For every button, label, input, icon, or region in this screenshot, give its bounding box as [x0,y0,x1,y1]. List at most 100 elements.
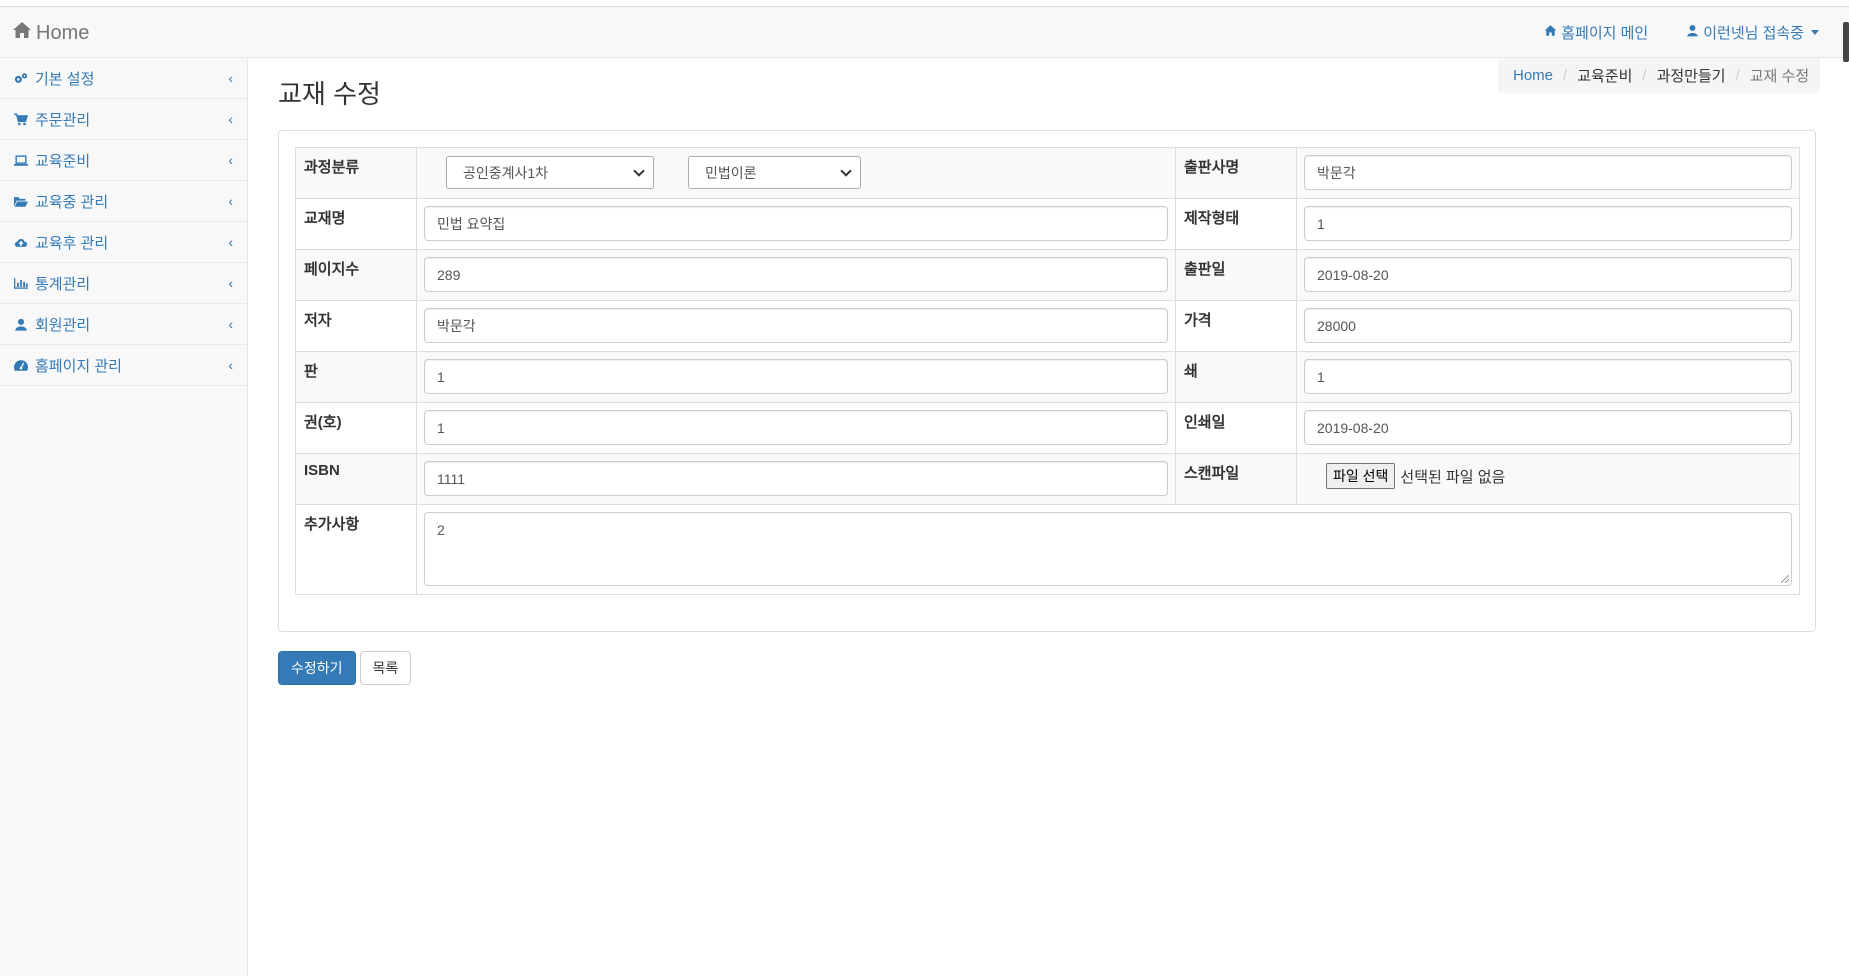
edition-cell [416,351,1176,403]
sidebar-item-label: 교육중 관리 [35,193,109,211]
brand-home-link[interactable]: Home [12,20,89,46]
breadcrumb-separator: / [1642,67,1647,84]
breadcrumb-separator: / [1735,67,1740,84]
publisher-cell [1296,147,1800,199]
sidebar-item-label: 주문관리 [35,111,91,129]
resize-handle-icon[interactable] [1781,575,1789,583]
sidebar: 기본 설정 ‹ 주문관리 ‹ 교육준비 ‹ 교육중 관리 ‹ 교육후 관리 ‹ … [0,58,248,976]
chevron-left-icon: ‹ [228,316,233,332]
category-cell: 공인중계사1차 민법이론 [416,147,1176,199]
scanfile-label: 스캔파일 [1175,453,1297,505]
isbn-cell [416,453,1176,505]
author-label: 저자 [295,300,417,352]
sidebar-item-label: 통계관리 [35,275,91,293]
bar-chart-icon [14,277,29,290]
file-status-text: 선택된 파일 없음 [1400,468,1506,486]
dashboard-icon [14,359,29,372]
chevron-down-icon [840,164,852,177]
printing-cell [1296,351,1800,403]
top-border [0,0,1849,7]
isbn-input[interactable] [424,461,1168,496]
textbook-form-table: 과정분류 공인중계사1차 민법이론 출판사명 박문각 교재명 민법 요약집 제작… [295,147,1800,595]
pages-label: 페이지수 [295,249,417,301]
form-row: 판 쇄 [295,351,1800,403]
form-row: 권(호) 인쇄일 [295,402,1800,454]
printdate-cell [1296,402,1800,454]
action-buttons: 수정하기 목록 [278,651,412,685]
breadcrumb-item: 교육준비 [1577,68,1633,85]
pubdate-cell [1296,249,1800,301]
chevron-left-icon: ‹ [228,70,233,86]
sidebar-item-homepage-admin[interactable]: 홈페이지 관리 ‹ [0,345,247,386]
sidebar-item-edu-prep[interactable]: 교육준비 ‹ [0,140,247,181]
sidebar-item-basic-settings[interactable]: 기본 설정 ‹ [0,58,247,99]
cart-icon [14,113,29,126]
brand-label: Home [36,21,90,44]
sidebar-item-edu-ongoing[interactable]: 교육중 관리 ‹ [0,181,247,222]
breadcrumb-home-link[interactable]: Home [1513,67,1553,84]
chevron-left-icon: ‹ [228,357,233,373]
printing-label: 쇄 [1175,351,1297,403]
volume-label: 권(호) [295,402,417,454]
homepage-main-label: 홈페이지 메인 [1561,25,1649,42]
cloud-upload-icon [14,236,29,249]
chevron-left-icon: ‹ [228,193,233,209]
form-row: 교재명 제작형태 [295,198,1800,250]
author-input[interactable] [424,308,1168,343]
format-input[interactable] [1304,206,1792,241]
sidebar-item-statistics[interactable]: 통계관리 ‹ [0,263,247,304]
title-input[interactable] [424,206,1168,241]
breadcrumb: Home / 교육준비 / 과정만들기 / 교재 수정 [1498,58,1820,93]
top-navbar: Home 홈페이지 메인 이런넷님 접속중 [0,7,1849,62]
category-select-2[interactable]: 민법이론 [688,156,861,189]
window-edge [1843,22,1849,62]
notes-textarea[interactable]: 2 [424,512,1792,586]
form-row: 저자 가격 [295,300,1800,352]
home-icon [1544,24,1557,41]
sidebar-item-orders[interactable]: 주문관리 ‹ [0,99,247,140]
file-choose-button[interactable]: 파일 선택 [1326,463,1396,489]
form-row: 추가사항 2 [295,504,1800,595]
pages-cell [416,249,1176,301]
chevron-left-icon: ‹ [228,275,233,291]
chevron-left-icon: ‹ [228,152,233,168]
sidebar-item-members[interactable]: 회원관리 ‹ [0,304,247,345]
homepage-main-link[interactable]: 홈페이지 메인 [1544,22,1648,43]
price-label: 가격 [1175,300,1297,352]
user-icon [1686,24,1699,41]
chevron-down-icon [633,164,645,177]
submit-edit-button[interactable]: 수정하기 [278,651,356,685]
category-label: 과정분류 [295,147,417,199]
notes-cell: 2 [416,504,1800,595]
price-cell [1296,300,1800,352]
chevron-left-icon: ‹ [228,111,233,127]
sidebar-item-edu-after[interactable]: 교육후 관리 ‹ [0,222,247,263]
volume-input[interactable] [424,410,1168,445]
pubdate-input[interactable] [1304,257,1792,292]
printdate-input[interactable] [1304,410,1792,445]
isbn-label: ISBN [295,453,417,505]
form-panel: 과정분류 공인중계사1차 민법이론 출판사명 박문각 교재명 민법 요약집 제작… [278,130,1816,632]
publisher-label: 출판사명 [1175,147,1297,199]
pages-input[interactable] [424,257,1168,292]
user-icon [14,318,29,331]
title-cell [416,198,1176,250]
sidebar-item-label: 기본 설정 [35,70,95,88]
printing-input[interactable] [1304,359,1792,394]
page-title: 교재 수정 [278,79,381,109]
notes-label: 추가사항 [295,504,417,595]
price-input[interactable] [1304,308,1792,343]
edition-input[interactable] [424,359,1168,394]
breadcrumb-item: 과정만들기 [1656,68,1726,85]
category-select-1[interactable]: 공인중계사1차 [446,156,654,189]
home-icon [12,20,32,46]
laptop-icon [14,154,29,167]
form-row: 과정분류 공인중계사1차 민법이론 출판사명 [295,147,1800,199]
sidebar-item-label: 교육후 관리 [35,234,109,252]
user-menu-dropdown[interactable]: 이런넷님 접속중 [1686,22,1819,43]
publisher-input[interactable] [1304,155,1792,190]
list-button[interactable]: 목록 [359,651,412,685]
category-select-2-value: 민법이론 [705,164,757,181]
volume-cell [416,402,1176,454]
user-menu-label: 이런넷님 접속중 [1703,25,1804,42]
